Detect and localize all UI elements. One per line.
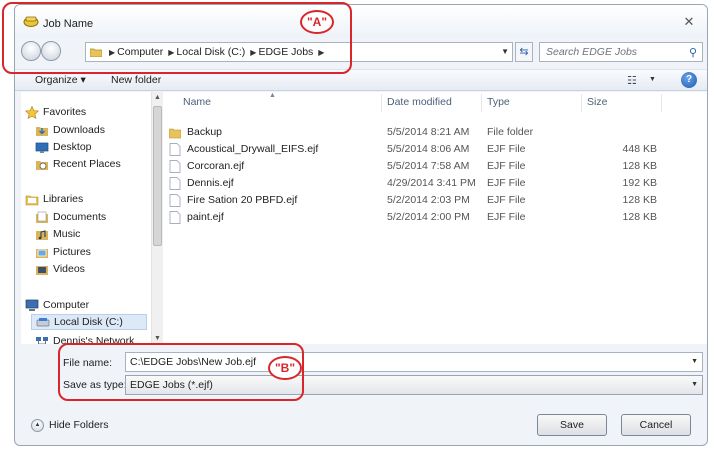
chevron-up-icon: ▲: [31, 419, 44, 432]
libraries-icon: [25, 195, 39, 206]
nav-label: Videos: [53, 263, 85, 275]
annotation-a-label: "A": [300, 10, 334, 34]
navigation-pane: Favorites Downloads Desktop Recent Place…: [21, 92, 151, 344]
nav-label: Favorites: [43, 106, 87, 118]
file-name: Acoustical_Drywall_EIFS.ejf: [187, 143, 319, 155]
nav-label: Computer: [43, 299, 90, 311]
file-row[interactable]: paint.ejf 5/2/2014 2:00 PM EJF File 128 …: [163, 209, 707, 226]
nav-label: Pictures: [53, 246, 91, 258]
column-header-name[interactable]: Name: [183, 96, 211, 114]
file-icon: [169, 160, 181, 173]
folder-icon: [169, 128, 181, 139]
nav-scrollbar[interactable]: ▲ ▼: [151, 92, 163, 344]
organize-button[interactable]: Organize ▾: [35, 74, 86, 86]
chevron-down-icon[interactable]: ▼: [501, 47, 509, 56]
file-date: 5/5/2014 8:06 AM: [387, 143, 470, 155]
column-header-size[interactable]: Size: [587, 96, 607, 114]
refresh-button[interactable]: ⇆: [515, 42, 533, 62]
column-header-date[interactable]: Date modified: [387, 96, 452, 114]
nav-label: Desktop: [53, 141, 92, 153]
file-size: 128 KB: [622, 211, 657, 223]
file-type: EJF File: [487, 143, 526, 155]
column-divider[interactable]: [581, 94, 582, 112]
nav-label: Local Disk (C:): [54, 316, 123, 328]
file-icon: [169, 211, 181, 224]
sort-arrow-icon: ▲: [269, 92, 276, 99]
file-name: Dennis.ejf: [187, 177, 234, 189]
annotation-b-box: [58, 343, 304, 401]
chevron-down-icon[interactable]: ▼: [691, 358, 698, 365]
file-row[interactable]: Backup 5/5/2014 8:21 AM File folder: [163, 124, 707, 141]
column-divider[interactable]: [661, 94, 662, 112]
file-row[interactable]: Corcoran.ejf 5/5/2014 7:58 AM EJF File 1…: [163, 158, 707, 175]
annotation-b-label: "B": [268, 356, 302, 380]
file-row[interactable]: Acoustical_Drywall_EIFS.ejf 5/5/2014 8:0…: [163, 141, 707, 158]
nav-label: Libraries: [43, 193, 84, 205]
star-icon: [25, 106, 39, 119]
save-button[interactable]: Save: [537, 414, 607, 436]
file-date: 5/5/2014 7:58 AM: [387, 160, 470, 172]
search-box: ⚲: [539, 42, 703, 62]
file-type: EJF File: [487, 160, 526, 172]
file-size: 128 KB: [622, 160, 657, 172]
file-date: 4/29/2014 3:41 PM: [387, 177, 476, 189]
column-divider[interactable]: [381, 94, 382, 112]
file-date: 5/2/2014 2:03 PM: [387, 194, 470, 206]
file-type: File folder: [487, 126, 534, 138]
drive-icon: [36, 318, 50, 327]
downloads-icon: [36, 127, 48, 136]
file-list: ▲ Name Date modified Type Size Backup 5/…: [163, 92, 707, 344]
file-icon: [169, 143, 181, 156]
file-type: EJF File: [487, 211, 526, 223]
scroll-up-icon[interactable]: ▲: [154, 94, 161, 101]
file-name: paint.ejf: [187, 211, 224, 223]
close-button[interactable]: ✕: [681, 14, 697, 30]
videos-icon: [36, 266, 48, 275]
file-type: EJF File: [487, 194, 526, 206]
scroll-thumb[interactable]: [153, 106, 162, 246]
recent-places-icon: [36, 161, 48, 170]
desktop-icon: [35, 142, 49, 153]
file-name: Corcoran.ejf: [187, 160, 245, 172]
search-input[interactable]: [546, 46, 686, 58]
file-name: Fire Sation 20 PBFD.ejf: [187, 194, 298, 206]
file-type: EJF File: [487, 177, 526, 189]
file-date: 5/2/2014 2:00 PM: [387, 211, 470, 223]
file-row[interactable]: Dennis.ejf 4/29/2014 3:41 PM EJF File 19…: [163, 175, 707, 192]
computer-icon: [25, 299, 39, 311]
search-icon[interactable]: ⚲: [689, 46, 697, 59]
hide-folders-label: Hide Folders: [49, 419, 109, 431]
file-date: 5/5/2014 8:21 AM: [387, 126, 470, 138]
cancel-button[interactable]: Cancel: [621, 414, 691, 436]
file-row[interactable]: Fire Sation 20 PBFD.ejf 5/2/2014 2:03 PM…: [163, 192, 707, 209]
column-divider[interactable]: [481, 94, 482, 112]
music-icon: [36, 230, 48, 240]
nav-label: Music: [53, 228, 81, 240]
chevron-down-icon[interactable]: ▼: [691, 381, 698, 388]
nav-label: Documents: [53, 211, 107, 223]
annotation-a-box: [2, 2, 352, 74]
file-icon: [169, 177, 181, 190]
chevron-down-icon[interactable]: ▼: [649, 76, 656, 83]
nav-label: Downloads: [53, 124, 105, 136]
column-header-type[interactable]: Type: [487, 96, 510, 114]
file-size: 448 KB: [622, 143, 657, 155]
file-name: Backup: [187, 126, 223, 138]
view-options-icon[interactable]: ☷: [627, 74, 637, 87]
documents-icon: [36, 211, 48, 223]
file-size: 128 KB: [622, 194, 657, 206]
nav-label: Recent Places: [53, 158, 121, 170]
help-icon[interactable]: ?: [681, 72, 697, 88]
network-icon: [36, 337, 48, 344]
file-icon: [169, 194, 181, 207]
file-size: 192 KB: [622, 177, 657, 189]
new-folder-button[interactable]: New folder: [111, 74, 161, 86]
pictures-icon: [36, 249, 48, 258]
scroll-down-icon[interactable]: ▼: [154, 335, 161, 342]
nav-item-local-disk[interactable]: Local Disk (C:): [31, 314, 147, 330]
